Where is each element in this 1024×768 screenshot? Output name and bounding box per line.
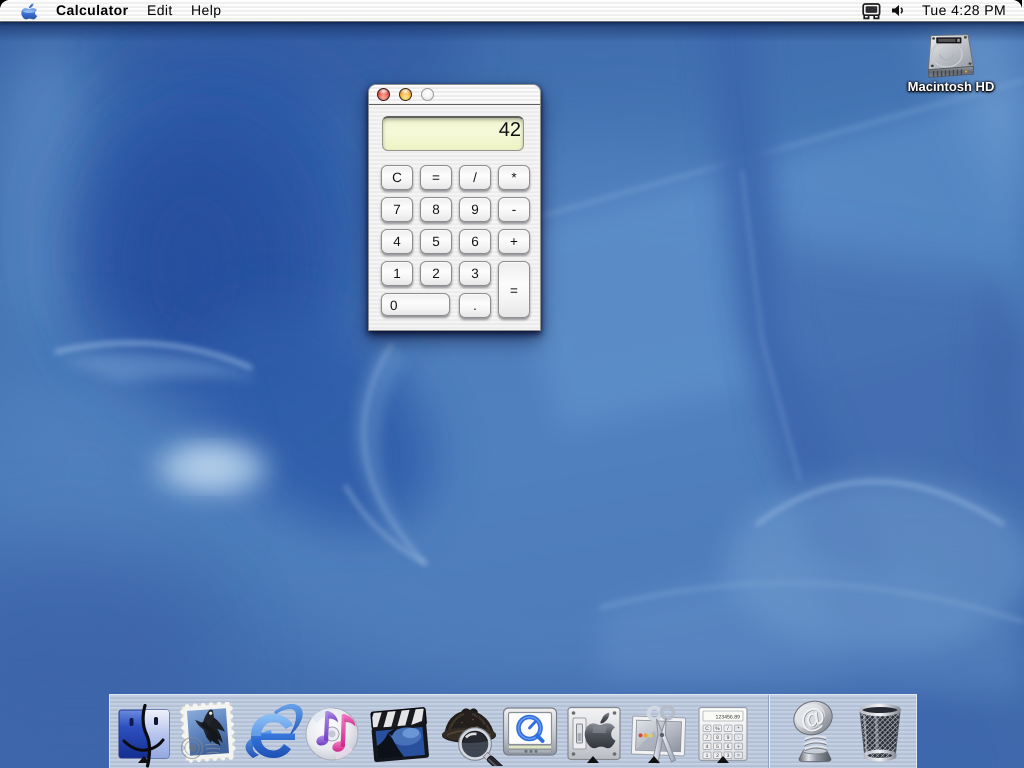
svg-text:9: 9	[727, 735, 730, 741]
svg-text:5: 5	[716, 744, 719, 750]
svg-text:4: 4	[706, 744, 709, 750]
svg-text:8: 8	[716, 735, 719, 741]
svg-text:*: *	[738, 726, 740, 732]
svg-text:%: %	[715, 726, 720, 732]
svg-text:+: +	[737, 744, 740, 750]
svg-text:1: 1	[706, 753, 709, 759]
svg-text:123456.89: 123456.89	[715, 715, 740, 721]
svg-text:=: =	[737, 753, 740, 759]
svg-text:C: C	[705, 726, 709, 732]
svg-text:7: 7	[706, 735, 709, 741]
svg-text:6: 6	[727, 744, 730, 750]
